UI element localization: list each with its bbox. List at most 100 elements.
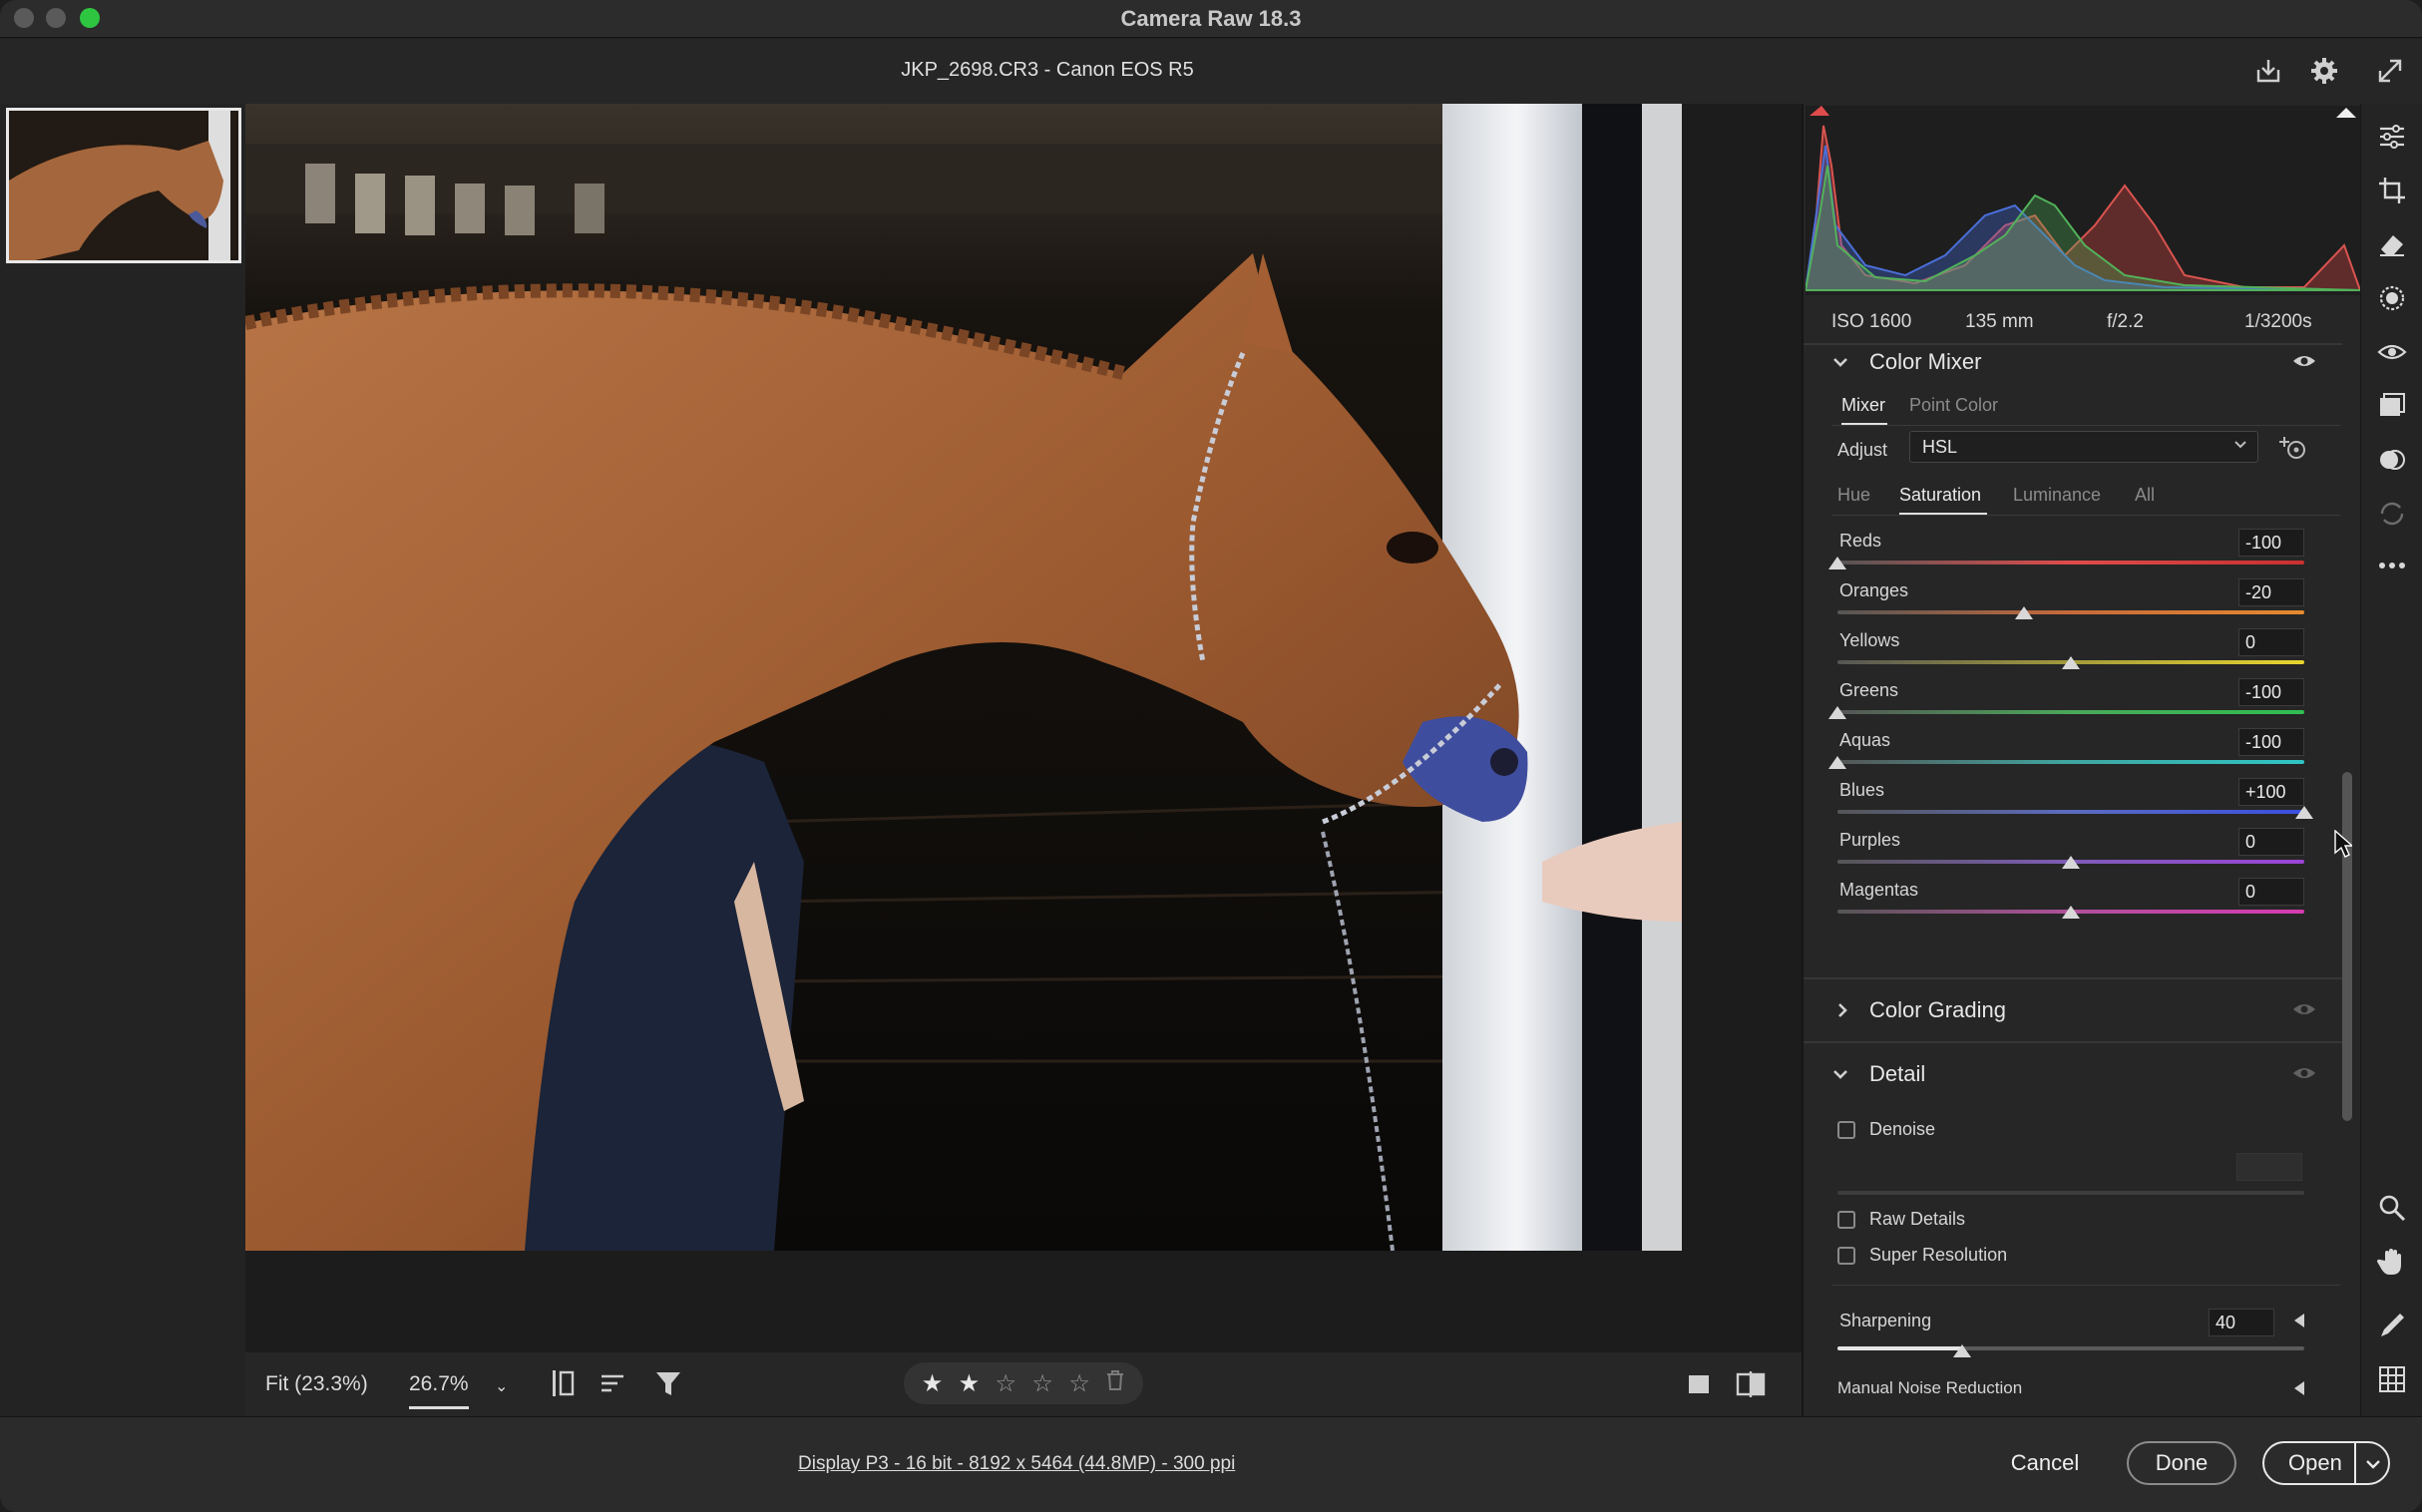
slider-value-magentas[interactable]: 0 <box>2238 878 2304 906</box>
expand-triangle-icon[interactable] <box>2292 1313 2306 1333</box>
slider-label-purples: Purples <box>1839 830 1901 850</box>
manual-noise-reduction-label[interactable]: Manual Noise Reduction <box>1837 1378 2022 1398</box>
subtab-hue[interactable]: Hue <box>1837 485 1870 506</box>
slider-thumb-oranges[interactable] <box>2015 606 2034 619</box>
tab-mixer[interactable]: Mixer <box>1841 395 1885 416</box>
sharpening-slider-fill <box>1837 1346 1962 1350</box>
footer-bar: Display P3 - 16 bit - 8192 x 5464 (44.8M… <box>0 1416 2422 1512</box>
slider-thumb-aquas[interactable] <box>1828 756 1846 769</box>
star-1[interactable]: ★ <box>922 1369 944 1398</box>
denoise-checkbox[interactable] <box>1837 1121 1855 1139</box>
expand-chevron-icon[interactable] <box>1833 1001 1851 1024</box>
hand-icon[interactable] <box>2375 1245 2409 1279</box>
sampler-icon[interactable] <box>2375 1309 2409 1342</box>
star-4[interactable]: ☆ <box>1031 1369 1053 1398</box>
visibility-eye-icon[interactable] <box>2292 353 2316 374</box>
workflow-options-link[interactable]: Display P3 - 16 bit - 8192 x 5464 (44.8M… <box>798 1453 1235 1475</box>
filmstrip <box>0 104 245 1416</box>
slider-value-yellows[interactable]: 0 <box>2238 628 2304 656</box>
slider-thumb-greens[interactable] <box>1828 706 1846 719</box>
star-3[interactable]: ☆ <box>996 1369 1017 1398</box>
slider-value-purples[interactable]: 0 <box>2238 828 2304 856</box>
before-after-icon[interactable] <box>1736 1370 1766 1404</box>
open-options-chevron-icon[interactable] <box>2364 1453 2382 1479</box>
redeye-icon[interactable] <box>2375 335 2409 369</box>
denoise-slider-track <box>1837 1191 2304 1195</box>
image-canvas[interactable] <box>245 104 1802 1352</box>
super-resolution-checkbox[interactable] <box>1837 1247 1855 1265</box>
visibility-eye-icon[interactable] <box>2292 1001 2316 1022</box>
preview-photo[interactable] <box>245 104 1682 1251</box>
raw-details-label: Raw Details <box>1869 1209 1966 1229</box>
sharpening-value[interactable]: 40 <box>2209 1309 2274 1336</box>
tab-point-color[interactable]: Point Color <box>1909 395 1998 416</box>
filter-icon[interactable] <box>654 1368 682 1404</box>
trash-icon[interactable] <box>1105 1369 1125 1398</box>
mask-icon[interactable] <box>2375 281 2409 315</box>
settings-icon[interactable] <box>2306 53 2342 89</box>
slider-thumb-blues[interactable] <box>2295 806 2313 819</box>
expand-triangle-icon[interactable] <box>2292 1380 2306 1401</box>
sharpening-slider-thumb[interactable] <box>1952 1344 1971 1357</box>
more-icon[interactable] <box>2375 549 2409 582</box>
snapshots-icon[interactable] <box>2375 389 2409 423</box>
color-mixer-title[interactable]: Color Mixer <box>1869 349 1981 375</box>
eraser-icon[interactable] <box>2375 227 2409 261</box>
slider-track-oranges[interactable] <box>1837 610 2304 614</box>
slider-label-reds: Reds <box>1839 531 1882 551</box>
raw-details-checkbox[interactable] <box>1837 1211 1855 1229</box>
slider-track-reds[interactable] <box>1837 561 2304 565</box>
slider-thumb-purples[interactable] <box>2062 856 2080 869</box>
collapse-chevron-icon[interactable] <box>1831 1065 1849 1088</box>
panel-scrollbar[interactable] <box>2342 772 2352 1121</box>
visibility-eye-icon[interactable] <box>2292 1065 2316 1086</box>
mouse-cursor-icon <box>2334 830 2352 858</box>
slider-value-reds[interactable]: -100 <box>2238 529 2304 557</box>
slider-value-blues[interactable]: +100 <box>2238 778 2304 806</box>
app-title: Camera Raw 18.3 <box>1120 6 1302 31</box>
dropdown-chevron-icon <box>2233 438 2247 457</box>
subtab-all[interactable]: All <box>2135 485 2155 506</box>
star-5[interactable]: ☆ <box>1068 1369 1090 1398</box>
star-rating: ★ ★ ☆ ☆ ☆ <box>904 1362 1143 1404</box>
sort-icon[interactable] <box>599 1368 628 1404</box>
detail-title[interactable]: Detail <box>1869 1061 1925 1087</box>
crop-icon[interactable] <box>2375 174 2409 207</box>
done-button[interactable]: Done <box>2127 1441 2236 1485</box>
subtab-luminance[interactable]: Luminance <box>2013 485 2101 506</box>
fit-zoom-button[interactable]: Fit (23.3%) <box>265 1372 368 1396</box>
cancel-button[interactable]: Cancel <box>1983 1441 2107 1485</box>
slider-thumb-magentas[interactable] <box>2062 906 2080 919</box>
filmstrip-toggle-icon[interactable] <box>549 1368 577 1404</box>
zoom-level-button[interactable]: 26.7% <box>409 1372 469 1409</box>
slider-label-oranges: Oranges <box>1839 580 1909 600</box>
filmstrip-thumbnail[interactable] <box>6 108 241 263</box>
sync-icon[interactable] <box>2375 497 2409 531</box>
slider-thumb-yellows[interactable] <box>2062 656 2080 669</box>
single-view-icon[interactable] <box>1686 1370 1714 1404</box>
star-2[interactable]: ★ <box>959 1369 981 1398</box>
slider-track-greens[interactable] <box>1837 710 2304 714</box>
collapse-chevron-icon[interactable] <box>1831 353 1849 376</box>
color-grading-title[interactable]: Color Grading <box>1869 997 2006 1023</box>
slider-label-yellows: Yellows <box>1839 630 1900 650</box>
save-icon[interactable] <box>2250 53 2286 89</box>
slider-value-greens[interactable]: -100 <box>2238 678 2304 706</box>
targeted-adjustment-icon[interactable] <box>2278 435 2308 466</box>
slider-track-aquas[interactable] <box>1837 760 2304 764</box>
subtab-saturation[interactable]: Saturation <box>1899 485 1981 506</box>
edit-icon[interactable] <box>2375 120 2409 154</box>
adjust-select[interactable]: HSL <box>1909 431 2258 463</box>
slider-thumb-reds[interactable] <box>1828 557 1846 569</box>
zoom-icon[interactable] <box>2375 1191 2409 1225</box>
canvas-toolbar: Fit (23.3%) 26.7% ⌄ ★ ★ ☆ ☆ ☆ <box>245 1352 1802 1416</box>
fullscreen-icon[interactable] <box>2372 53 2408 89</box>
grid-icon[interactable] <box>2375 1362 2409 1396</box>
slider-value-aquas[interactable]: -100 <box>2238 728 2304 756</box>
slider-value-oranges[interactable]: -20 <box>2238 578 2304 606</box>
slider-track-blues[interactable] <box>1837 810 2304 814</box>
open-button[interactable]: Open <box>2262 1441 2390 1485</box>
histogram <box>1804 106 2362 295</box>
presets-icon[interactable] <box>2375 443 2409 477</box>
zoom-dropdown-chevron-icon[interactable]: ⌄ <box>495 1376 508 1396</box>
